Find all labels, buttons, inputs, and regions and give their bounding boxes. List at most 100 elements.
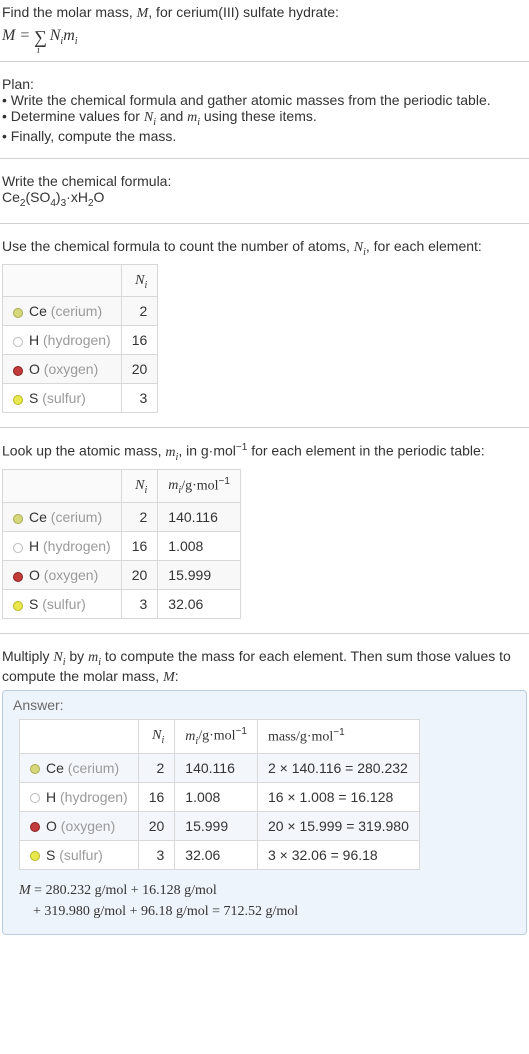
chem-formula: Ce2(SO4)3·xH2O (2, 189, 527, 209)
atom-dot-icon (13, 514, 23, 524)
mass-cell: 16 × 1.008 = 16.128 (257, 782, 419, 811)
atom-dot-icon (30, 822, 40, 832)
divider (0, 61, 529, 62)
blank-header (20, 720, 139, 753)
element-cell: S (sulfur) (3, 384, 122, 413)
atom-count-section: Use the chemical formula to count the nu… (0, 234, 529, 418)
count-cell: 16 (121, 532, 158, 561)
table-row: H (hydrogen) 16 1.008 (3, 532, 241, 561)
divider (0, 223, 529, 224)
count-cell: 3 (121, 590, 158, 619)
element-cell: O (oxygen) (3, 561, 122, 590)
table-row: H (hydrogen) 16 (3, 326, 158, 355)
element-cell: H (hydrogen) (3, 326, 122, 355)
atom-count-table: Ni Ce (cerium) 2 H (hydrogen) 16 O (oxyg… (2, 264, 158, 414)
Ni-header: Ni (121, 264, 158, 297)
table-row: Ce (cerium) 2 140.116 2 × 140.116 = 280.… (20, 753, 420, 782)
table-row: S (sulfur) 3 (3, 384, 158, 413)
atom-dot-icon (13, 543, 23, 553)
mi-cell: 140.116 (175, 753, 258, 782)
Ni-var3: Ni (354, 240, 366, 255)
mass-cell: 3 × 32.06 = 96.18 (257, 840, 419, 869)
molar-mass-formula: M = ∑iNimi (2, 24, 527, 47)
atom-dot-icon (30, 793, 40, 803)
count-cell: 16 (138, 782, 175, 811)
element-cell: H (hydrogen) (3, 532, 122, 561)
mi-var2: mi (187, 110, 200, 125)
mass-cell: 15.999 (158, 561, 241, 590)
table-header-row: Ni (3, 264, 158, 297)
element-cell: S (sulfur) (3, 590, 122, 619)
mi-header: mi/g·mol−1 (175, 720, 258, 753)
mass-cell: 20 × 15.999 = 319.980 (257, 811, 419, 840)
answer-table: Ni mi/g·mol−1 mass/g·mol−1 Ce (cerium) 2… (19, 719, 420, 869)
table-row: S (sulfur) 3 32.06 3 × 32.06 = 96.18 (20, 840, 420, 869)
intro-section: Find the molar mass, M, for cerium(III) … (0, 0, 529, 51)
table-row: Ce (cerium) 2 140.116 (3, 503, 241, 532)
element-cell: O (oxygen) (3, 355, 122, 384)
chem-lead: Write the chemical formula: (2, 173, 527, 189)
answer-label: Answer: (13, 697, 516, 713)
plan-bullet-1: • Write the chemical formula and gather … (2, 92, 527, 108)
sigma-icon: ∑ (34, 27, 47, 47)
element-cell: Ce (cerium) (20, 753, 139, 782)
table-row: O (oxygen) 20 15.999 (3, 561, 241, 590)
plan-heading: Plan: (2, 76, 527, 92)
atomic-mass-table: Ni mi/g·mol−1 Ce (cerium) 2 140.116 H (h… (2, 469, 241, 619)
atom-dot-icon (13, 337, 23, 347)
Ni-header: Ni (121, 469, 158, 502)
count-cell: 2 (138, 753, 175, 782)
count-cell: 20 (121, 561, 158, 590)
divider (0, 427, 529, 428)
table-row: H (hydrogen) 16 1.008 16 × 1.008 = 16.12… (20, 782, 420, 811)
blank-header (3, 469, 122, 502)
Ni-var: Ni (50, 27, 63, 44)
var-M2: M (2, 27, 15, 44)
chem-formula-section: Write the chemical formula: Ce2(SO4)3·xH… (0, 169, 529, 213)
mass-cell: 140.116 (158, 503, 241, 532)
mi-header: mi/g·mol−1 (158, 469, 241, 502)
mi-cell: 1.008 (175, 782, 258, 811)
plan-bullet-2: • Determine values for Ni and mi using t… (2, 108, 527, 128)
plan-section: Plan: • Write the chemical formula and g… (0, 72, 529, 148)
count-cell: 3 (121, 384, 158, 413)
mass-cell: 1.008 (158, 532, 241, 561)
element-cell: Ce (cerium) (3, 503, 122, 532)
divider (0, 158, 529, 159)
intro-text-b: , for cerium(III) sulfate hydrate: (148, 4, 339, 20)
atom-dot-icon (30, 764, 40, 774)
element-cell: O (oxygen) (20, 811, 139, 840)
table-row: O (oxygen) 20 15.999 20 × 15.999 = 319.9… (20, 811, 420, 840)
answer-box: Answer: Ni mi/g·mol−1 mass/g·mol−1 Ce (c… (2, 690, 527, 934)
sigma-block: ∑i (34, 27, 50, 50)
mi-var3: mi (165, 445, 178, 460)
atom-dot-icon (30, 851, 40, 861)
count-cell: 20 (138, 811, 175, 840)
atom-dot-icon (13, 601, 23, 611)
mi-cell: 15.999 (175, 811, 258, 840)
Ni-header: Ni (138, 720, 175, 753)
atom-dot-icon (13, 395, 23, 405)
count-cell: 2 (121, 503, 158, 532)
atom-dot-icon (13, 572, 23, 582)
count-cell: 16 (121, 326, 158, 355)
var-M: M (137, 6, 149, 21)
atom-dot-icon (13, 366, 23, 376)
count-cell: 3 (138, 840, 175, 869)
multiply-lead: Multiply Ni by mi to compute the mass fo… (2, 648, 527, 686)
element-cell: Ce (cerium) (3, 297, 122, 326)
element-cell: H (hydrogen) (20, 782, 139, 811)
Ni-var2: Ni (144, 110, 156, 125)
multiply-section: Multiply Ni by mi to compute the mass fo… (0, 644, 529, 938)
count-cell: 20 (121, 355, 158, 384)
table-row: O (oxygen) 20 (3, 355, 158, 384)
count-cell: 2 (121, 297, 158, 326)
mass-cell: 32.06 (158, 590, 241, 619)
intro-line: Find the molar mass, M, for cerium(III) … (2, 4, 527, 22)
table-header-row: Ni mi/g·mol−1 (3, 469, 241, 502)
intro-text-a: Find the molar mass, (2, 4, 137, 20)
mass-cell: 2 × 140.116 = 280.232 (257, 753, 419, 782)
count-lead: Use the chemical formula to count the nu… (2, 238, 527, 258)
mi-cell: 32.06 (175, 840, 258, 869)
table-row: S (sulfur) 3 32.06 (3, 590, 241, 619)
